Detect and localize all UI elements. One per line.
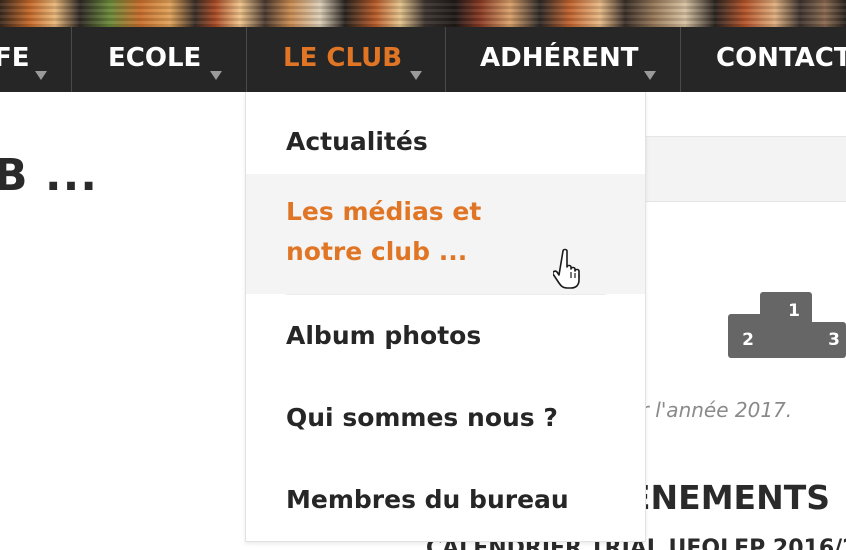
menu-item-label: Actualités [286,127,428,156]
caret-down-icon [644,71,656,80]
events-heading: ÉNEMENTS [628,478,830,517]
podium-place-2: 2 [742,330,754,350]
nav-item-le-club[interactable]: LE CLUB [246,27,445,92]
nav-item-adherent[interactable]: ADHÉRENT [445,27,680,92]
nav-item-ecole[interactable]: ECOLE [71,27,246,92]
caret-down-icon [210,71,222,80]
menu-item-membres-bureau[interactable]: Membres du bureau [246,480,645,540]
menu-divider [286,294,606,295]
nav-item-label: FE [0,43,30,73]
menu-item-label: Album photos [286,321,482,350]
nav-item-contact[interactable]: CONTACT [680,27,846,92]
podium-icon: 1 2 3 [726,290,846,362]
menu-item-label: Les médias et notre club ... [286,197,482,266]
caret-down-icon [35,71,47,80]
nav-item-label: LE CLUB [283,43,403,73]
podium-place-3: 3 [828,330,840,350]
main-nav: FE ECOLE LE CLUB ADHÉRENT CONTACT [0,27,846,92]
menu-item-label: Membres du bureau [286,485,569,514]
content-band [640,136,846,202]
nav-item-label: ADHÉRENT [480,43,639,73]
nav-item-label: ECOLE [108,43,202,73]
menu-item-actualites[interactable]: Actualités [246,112,645,172]
header-photo-banner [0,0,846,27]
page-heading: B ... [0,150,98,201]
le-club-dropdown-menu: Actualités Les médias et notre club ... … [245,92,646,542]
nav-item-partial[interactable]: FE [0,27,71,92]
menu-item-qui-sommes-nous[interactable]: Qui sommes nous ? [246,398,645,458]
hand-pointer-icon [552,248,587,294]
intro-text: ur l'année 2017. [628,398,793,422]
podium-place-1: 1 [788,301,800,321]
menu-item-album-photos[interactable]: Album photos [246,316,645,376]
menu-item-label: Qui sommes nous ? [286,403,558,432]
caret-down-icon [410,71,422,80]
nav-item-label: CONTACT [716,43,846,73]
